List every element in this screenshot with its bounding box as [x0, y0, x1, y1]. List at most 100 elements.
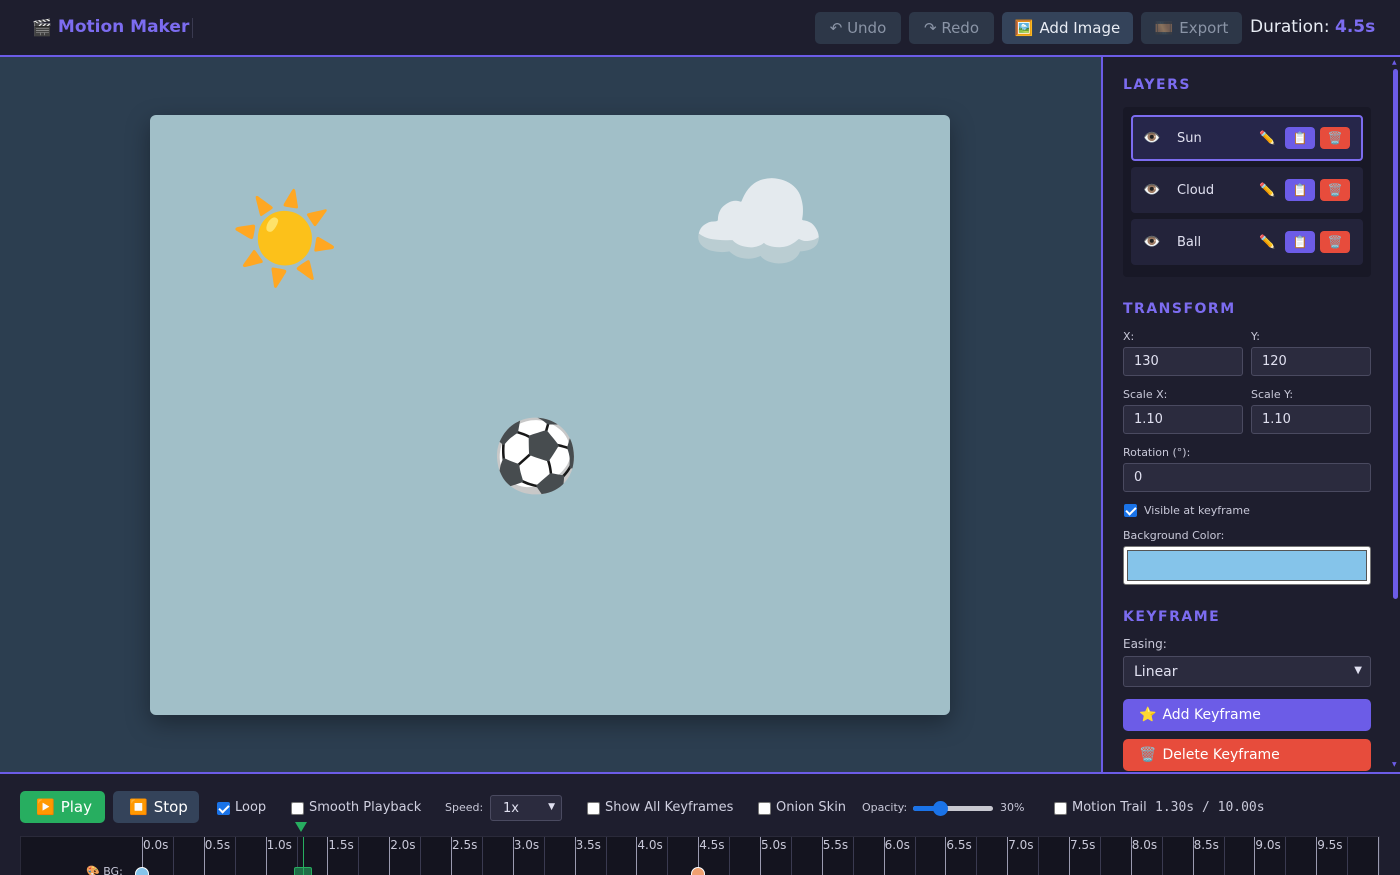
- duplicate-layer-button[interactable]: 📋: [1285, 127, 1315, 149]
- panel-scrollbar[interactable]: [1393, 69, 1398, 599]
- add-image-label: Add Image: [1039, 19, 1121, 37]
- undo-button[interactable]: ↶ Undo: [815, 12, 901, 44]
- add-keyframe-button[interactable]: ⭐ Add Keyframe: [1123, 699, 1371, 731]
- layer-name: Sun: [1177, 130, 1202, 146]
- app-brand: 🎬 Motion Maker: [32, 17, 189, 37]
- rotation-input[interactable]: 0: [1123, 463, 1371, 492]
- onion-skin-checkbox[interactable]: [758, 802, 771, 815]
- timeline-tick: [1038, 837, 1040, 875]
- motion-trail-label: Motion Trail: [1072, 800, 1147, 815]
- eye-icon[interactable]: 👁️: [1143, 182, 1160, 198]
- duration-label: Duration:: [1250, 17, 1330, 37]
- show-all-keyframes-checkbox[interactable]: [587, 802, 600, 815]
- opacity-slider[interactable]: [913, 801, 993, 816]
- eye-icon[interactable]: 👁️: [1143, 130, 1160, 146]
- app-header: 🎬 Motion Maker ↶ Undo ↷ Redo 🖼️ Add Imag…: [0, 0, 1400, 57]
- sprite-cloud[interactable]: ☁️: [690, 167, 827, 277]
- timeline-tick: [234, 837, 236, 875]
- eye-icon[interactable]: 👁️: [1143, 234, 1160, 250]
- bg-keyframe-marker[interactable]: [691, 867, 706, 875]
- scroll-up-arrow[interactable]: ▲: [1392, 59, 1397, 66]
- visible-checkbox[interactable]: [1124, 504, 1137, 517]
- smooth-playback-label: Smooth Playback: [309, 800, 422, 815]
- timeline-tick-label: 6.5s: [946, 838, 972, 852]
- timeline-tick: [914, 837, 916, 875]
- delete-layer-button[interactable]: 🗑️: [1320, 231, 1350, 253]
- sprite-sun[interactable]: ☀️: [230, 195, 340, 283]
- duplicate-layer-button[interactable]: 📋: [1285, 231, 1315, 253]
- stage-area: ☀️ ☁️ ⚽: [0, 57, 1101, 772]
- stop-label: Stop: [153, 798, 188, 816]
- bg-color-swatch: [1127, 550, 1367, 581]
- scale-y-input[interactable]: 1.10: [1251, 405, 1371, 434]
- timeline-tick-label: 3.5s: [575, 838, 601, 852]
- pencil-icon[interactable]: ✏️: [1259, 235, 1275, 250]
- motion-trail-checkbox[interactable]: [1054, 802, 1067, 815]
- easing-label: Easing:: [1123, 637, 1167, 651]
- visible-label: Visible at keyframe: [1144, 504, 1250, 517]
- playback-bar: ▶️ Play ⏹️ Stop Loop Smooth Playback Spe…: [0, 772, 1400, 875]
- clipboard-icon: 📋: [1292, 131, 1308, 145]
- speed-value: 1x: [503, 800, 519, 816]
- timeline-tick-label: 8.0s: [1131, 838, 1158, 852]
- chevron-down-icon: ▼: [548, 802, 555, 812]
- timeline-tick: [1223, 837, 1225, 875]
- clipboard-icon: 📋: [1292, 235, 1308, 249]
- timeline-tick: [358, 837, 360, 875]
- scroll-down-arrow[interactable]: ▼: [1392, 761, 1397, 768]
- opacity-slider-handle[interactable]: [932, 801, 948, 816]
- stop-button[interactable]: ⏹️ Stop: [113, 791, 199, 823]
- export-button[interactable]: 🎞️ Export: [1141, 12, 1242, 44]
- x-input[interactable]: 130: [1123, 347, 1243, 376]
- animation-canvas[interactable]: ☀️ ☁️ ⚽: [150, 115, 950, 715]
- timeline-tick-label: 0.5s: [204, 838, 231, 852]
- timeline-tick: [420, 837, 422, 875]
- play-button[interactable]: ▶️ Play: [20, 791, 105, 823]
- add-image-button[interactable]: 🖼️ Add Image: [1002, 12, 1133, 44]
- scale-x-label: Scale X:: [1123, 388, 1168, 401]
- redo-button[interactable]: ↷ Redo: [909, 12, 994, 44]
- delete-layer-button[interactable]: 🗑️: [1320, 179, 1350, 201]
- timeline-tick-label: 1.5s: [328, 838, 354, 852]
- y-input[interactable]: 120: [1251, 347, 1371, 376]
- layer-item-cloud[interactable]: 👁️ Cloud ✏️ 📋 🗑️: [1131, 167, 1363, 213]
- playhead-handle[interactable]: [295, 822, 307, 832]
- timeline-tick: [172, 837, 174, 875]
- timeline-track[interactable]: 🎨 BG: 0.0s 0.5s 1.0s 1.5s 2.0s 2.5s 3.0s 3.5s 4.…: [20, 836, 1380, 875]
- app-title: Motion Maker: [57, 17, 190, 37]
- timeline-tick-label: 5.5s: [822, 838, 849, 852]
- bg-track-label: 🎨 BG:: [86, 865, 123, 875]
- easing-select[interactable]: Linear ▼: [1123, 656, 1371, 687]
- layer-item-sun[interactable]: 👁️ Sun ✏️ 📋 🗑️: [1131, 115, 1363, 161]
- timeline-tick: [667, 837, 669, 875]
- easing-value: Linear: [1134, 663, 1178, 680]
- smooth-playback-checkbox[interactable]: [291, 802, 304, 815]
- timeline-tick-label: 0.0s: [143, 838, 169, 852]
- speed-select[interactable]: 1x ▼: [490, 795, 562, 821]
- opacity-label: Opacity:: [862, 801, 908, 814]
- keyframe-title: KEYFRAME: [1123, 609, 1221, 625]
- layer-item-ball[interactable]: 👁️ Ball ✏️ 📋 🗑️: [1131, 219, 1363, 265]
- timeline-tick: [605, 837, 607, 875]
- bg-keyframe-marker[interactable]: [135, 867, 149, 875]
- timeline-tick-label: 4.0s: [637, 838, 663, 852]
- playhead[interactable]: [302, 837, 304, 875]
- delete-keyframe-button[interactable]: 🗑️ Delete Keyframe: [1123, 739, 1371, 771]
- timeline-tick: [481, 837, 483, 875]
- play-label: Play: [60, 798, 92, 816]
- pencil-icon[interactable]: ✏️: [1259, 183, 1275, 198]
- timeline-tick-label: 4.5s: [699, 838, 725, 852]
- duplicate-layer-button[interactable]: 📋: [1285, 179, 1315, 201]
- timeline-tick-label: 10.0s: [1379, 838, 1380, 852]
- pencil-icon[interactable]: ✏️: [1259, 131, 1275, 146]
- loop-checkbox[interactable]: [217, 802, 230, 815]
- trash-icon: 🗑️: [1139, 747, 1157, 763]
- sprite-ball[interactable]: ⚽: [492, 421, 579, 491]
- delete-layer-button[interactable]: 🗑️: [1320, 127, 1350, 149]
- timeline-tick: [852, 837, 854, 875]
- bg-color-picker[interactable]: [1123, 546, 1371, 585]
- bg-color-label: Background Color:: [1123, 529, 1225, 542]
- star-icon: ⭐: [1139, 707, 1157, 723]
- scale-x-input[interactable]: 1.10: [1123, 405, 1243, 434]
- speed-label: Speed:: [445, 801, 484, 814]
